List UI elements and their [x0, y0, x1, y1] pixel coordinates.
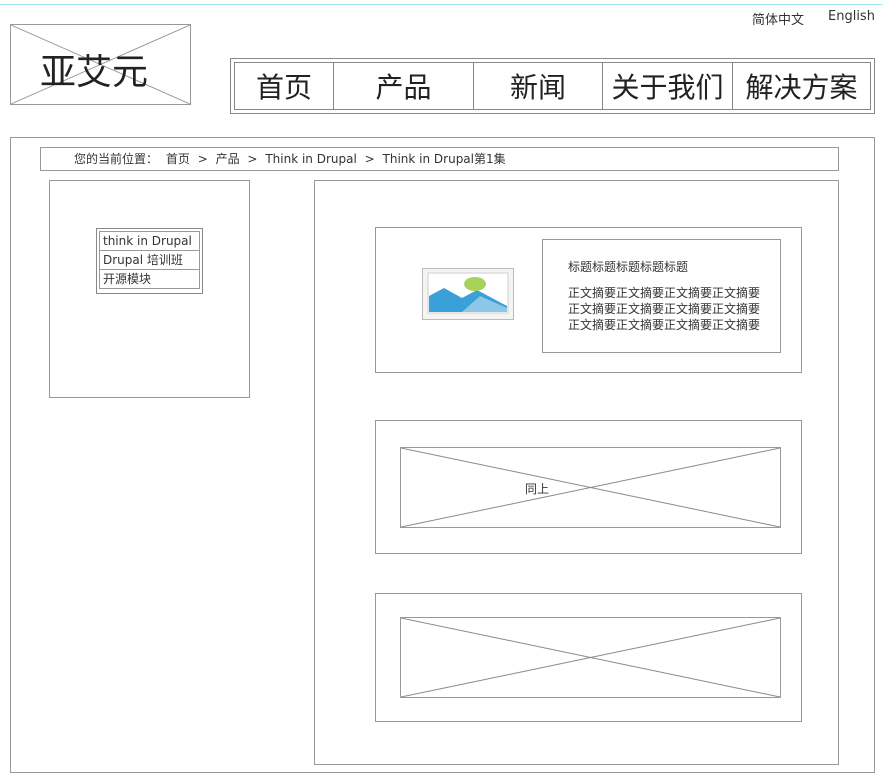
- logo[interactable]: 亚艾元: [10, 24, 191, 105]
- logo-text: 亚艾元: [40, 52, 149, 93]
- main-nav-bar: 首页 产品 新闻 关于我们 解决方案: [234, 62, 871, 110]
- nav-item-products[interactable]: 产品: [334, 63, 474, 109]
- nav-item-about-us[interactable]: 关于我们: [603, 63, 733, 109]
- image-icon: [422, 268, 514, 320]
- breadcrumb-separator: >: [247, 152, 258, 166]
- breadcrumb-think-in-drupal[interactable]: Think in Drupal: [265, 152, 356, 166]
- placeholder-box: [400, 617, 781, 698]
- breadcrumb-products[interactable]: 产品: [216, 152, 240, 166]
- article-summary: 正文摘要正文摘要正文摘要正文摘要正文摘要正文摘要正文摘要正文摘要正文摘要正文摘要…: [568, 286, 761, 332]
- sidebar-item-think-in-drupal[interactable]: think in Drupal: [99, 231, 200, 251]
- breadcrumb-separator: >: [197, 152, 208, 166]
- nav-item-home[interactable]: 首页: [235, 63, 334, 109]
- placeholder-label: 同上: [525, 482, 550, 496]
- article-title[interactable]: 标题标题标题标题标题: [568, 258, 688, 275]
- breadcrumb-current: Think in Drupal第1集: [382, 152, 506, 166]
- placeholder-box: 同上: [400, 447, 781, 528]
- sidebar-item-open-source-modules[interactable]: 开源模块: [99, 269, 200, 289]
- sidebar-item-drupal-training[interactable]: Drupal 培训班: [99, 250, 200, 270]
- breadcrumb: 您的当前位置： 首页 > 产品 > Think in Drupal > Thin…: [40, 147, 839, 171]
- placeholder-cross: [401, 448, 780, 527]
- sidebar-menu: think in Drupal Drupal 培训班 开源模块: [96, 228, 203, 294]
- lang-english[interactable]: English: [828, 9, 875, 24]
- breadcrumb-prefix: 您的当前位置：: [74, 152, 159, 166]
- placeholder-cross: [401, 618, 780, 697]
- main-nav: 首页 产品 新闻 关于我们 解决方案: [230, 58, 875, 114]
- nav-item-news[interactable]: 新闻: [474, 63, 603, 109]
- top-divider-line: [0, 4, 883, 5]
- breadcrumb-home[interactable]: 首页: [166, 152, 190, 166]
- lang-simplified-chinese[interactable]: 简体中文: [752, 9, 804, 28]
- breadcrumb-separator: >: [364, 152, 375, 166]
- nav-item-solutions[interactable]: 解决方案: [733, 63, 870, 109]
